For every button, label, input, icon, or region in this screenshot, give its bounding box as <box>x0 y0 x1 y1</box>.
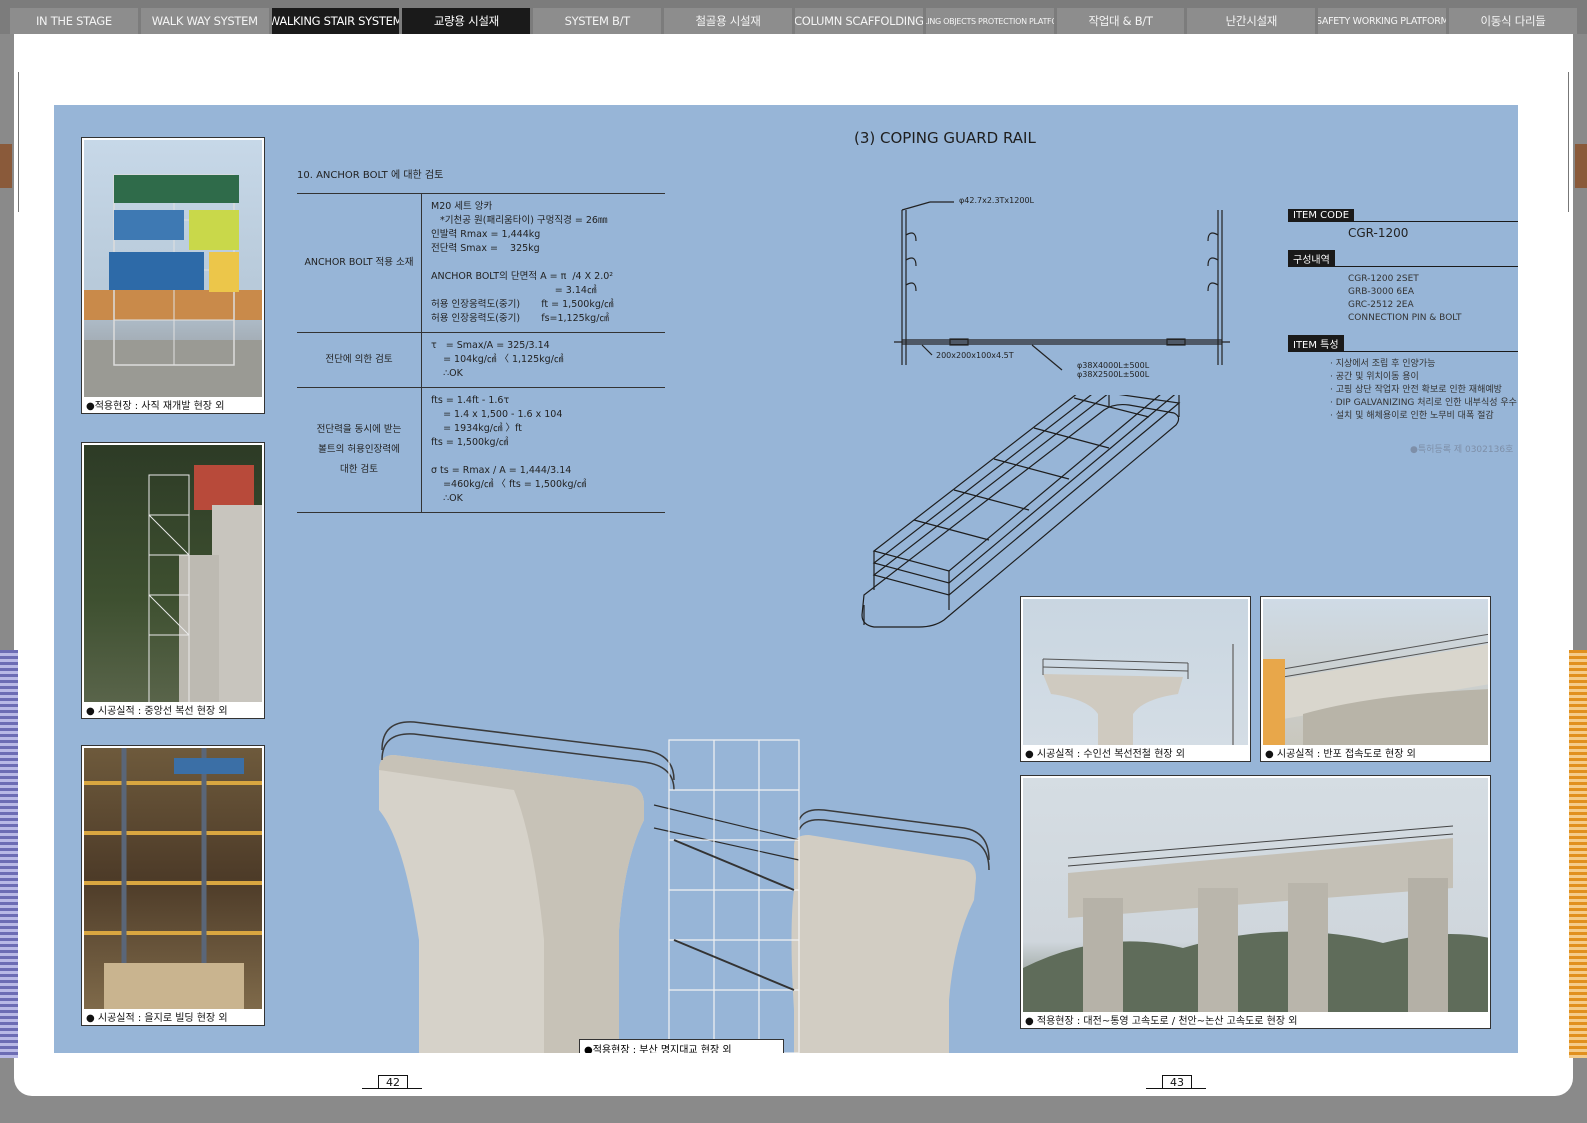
tab-bridge-facilities[interactable]: 교량용 시설재 <box>402 8 531 34</box>
page-number-right: 43 <box>1170 1076 1184 1089</box>
photo-caption: ● 시공실적 : 을지로 빌딩 현장 외 <box>86 1013 228 1024</box>
left-edge-marker <box>0 144 12 188</box>
tab-in-the-stage[interactable]: IN THE STAGE <box>10 8 138 34</box>
item-code-value: CGR-1200 <box>1348 226 1409 240</box>
item-code-label: ITEM CODE <box>1288 209 1355 222</box>
photo-sajik-tower: ●적용현장 : 사직 재개발 현장 외 <box>81 137 265 414</box>
feature-list: · 지상에서 조립 후 인양가능 · 공간 및 위치이동 용이 · 고핑 상단 … <box>1330 358 1518 423</box>
patent-note: ●특허등록 제 0302136호 <box>1410 445 1514 455</box>
photo-banpo-road: ● 시공실적 : 반포 접속도로 현장 외 <box>1260 596 1491 762</box>
table-row: 전단에 의한 검토 τ = Smax/A = 325/3.14 = 104kg/… <box>297 332 665 387</box>
portal-pier-image <box>1023 778 1488 1012</box>
feature-label: ITEM 특성 <box>1288 335 1344 352</box>
pier-scaffold-image <box>84 445 262 702</box>
list-item: · 고핑 상단 작업자 안전 확보로 인한 재해예방 <box>1330 385 1502 395</box>
bridge-girder-image <box>1263 599 1488 745</box>
dim-pipe: φ42.7x2.3Tx1200L <box>959 196 1034 205</box>
dim-plate: 200x200x100x4.5T <box>936 351 1014 360</box>
dim-rail-1: φ38X4000L±500L <box>1077 361 1150 370</box>
list-item: · 공간 및 위치이동 용이 <box>1330 372 1419 382</box>
dim-rail-2: φ38X2500L±500L <box>1077 370 1150 379</box>
table-row: 전단력을 동시에 받는 볼트의 허용인장력에 대한 검토 fts = 1.4ft… <box>297 387 665 513</box>
row-value: τ = Smax/A = 325/3.14 = 104kg/㎠ 〈 1,125k… <box>431 340 564 379</box>
central-pier-photo <box>379 721 990 1053</box>
tab-steel-facilities[interactable]: 철골용 시설재 <box>664 8 792 34</box>
top-nav: IN THE STAGE WALK WAY SYSTEM WALKING STA… <box>0 0 1587 34</box>
steel-frame-image <box>84 748 262 1009</box>
tab-system-bt[interactable]: SYSTEM B/T <box>533 8 662 34</box>
coping-pier-image <box>1023 599 1248 745</box>
photo-euljiro-building: ● 시공실적 : 을지로 빌딩 현장 외 <box>81 745 265 1026</box>
tab-railing[interactable]: 난간시설재 <box>1187 8 1316 34</box>
tab-work-platform-bt[interactable]: 작업대 & B/T <box>1056 8 1185 34</box>
table-row: ANCHOR BOLT 적용 소재 M20 세트 앙카 *기천공 원(패리움타이… <box>297 193 665 332</box>
guard-rail-elevation-drawing <box>894 201 1230 371</box>
row-label: 전단에 의한 검토 <box>297 333 422 387</box>
tab-walking-stair-system[interactable]: WALKING STAIR SYSTEM <box>271 8 400 34</box>
photo-caption: ● 시공실적 : 반포 접속도로 현장 외 <box>1265 749 1416 760</box>
row-value: M20 세트 앙카 *기천공 원(패리움타이) 구멍직경 = 26㎜ 인발력 R… <box>431 201 614 324</box>
photo-caption: ● 시공실적 : 수인선 복선전철 현장 외 <box>1025 749 1185 760</box>
tower-image <box>84 140 262 397</box>
tab-safety-working-platform[interactable]: SAFETY WORKING PLATFORM <box>1318 8 1447 34</box>
tab-mobile-ladder[interactable]: 이동식 다리들 <box>1449 8 1577 34</box>
photo-jungang-line: ● 시공실적 : 중앙선 복선 현장 외 <box>81 442 265 719</box>
list-item: · DIP GALVANIZING 처리로 인한 내부식성 우수 <box>1330 398 1517 408</box>
composition-label: 구성내역 <box>1288 250 1335 267</box>
photo-daejeon-tongyeong: ● 적용현장 : 대전~통영 고속도로 / 천안~논산 고속도로 현장 외 <box>1020 775 1491 1029</box>
guard-rail-title: (3) COPING GUARD RAIL <box>854 129 1036 147</box>
spec-panel: ITEM CODE CGR-1200 구성내역 CGR-1200 2SET GR… <box>1288 209 1518 433</box>
list-item: CGR-1200 2SET <box>1348 274 1419 284</box>
list-item: GRC-2512 2EA <box>1348 300 1414 310</box>
anchor-review-table: ANCHOR BOLT 적용 소재 M20 세트 앙카 *기천공 원(패리움타이… <box>297 193 665 513</box>
row-label: ANCHOR BOLT 적용 소재 <box>297 194 422 332</box>
right-edge-marker <box>1575 144 1587 188</box>
list-item: GRB-3000 6EA <box>1348 287 1414 297</box>
anchor-review-title: 10. ANCHOR BOLT 에 대한 검토 <box>297 170 444 181</box>
list-item: · 설치 및 해체용이로 인한 노무비 대폭 절감 <box>1330 411 1494 421</box>
left-stripe-marker <box>0 650 18 1058</box>
list-item: · 지상에서 조립 후 인양가능 <box>1330 359 1436 369</box>
photo-caption: ● 적용현장 : 대전~통영 고속도로 / 천안~논산 고속도로 현장 외 <box>1025 1016 1298 1027</box>
photo-caption: ●적용현장 : 사직 재개발 현장 외 <box>86 401 225 412</box>
photo-caption: ● 시공실적 : 중앙선 복선 현장 외 <box>86 706 228 717</box>
tab-walk-way-system[interactable]: WALK WAY SYSTEM <box>140 8 269 34</box>
content-panel: ●적용현장 : 사직 재개발 현장 외 ● 시공실적 : 중앙선 복선 현장 외 <box>54 105 1518 1053</box>
tab-column-scaffolding[interactable]: COLUMN SCAFFOLDING <box>794 8 923 34</box>
photo-suin-line: ● 시공실적 : 수인선 복선전철 현장 외 <box>1020 596 1251 762</box>
row-label: 전단력을 동시에 받는 볼트의 허용인장력에 대한 검토 <box>297 388 422 512</box>
list-item: CONNECTION PIN & BOLT <box>1348 313 1462 323</box>
tab-falling-objects[interactable]: FALLING OBJECTS PROTECTION PLATFORM <box>925 8 1054 34</box>
right-stripe-marker <box>1569 650 1587 1058</box>
row-value: fts = 1.4ft - 1.6τ = 1.4 x 1,500 - 1.6 x… <box>431 395 587 504</box>
central-photo-caption: ●적용현장 : 부산 명지대교 현장 외 <box>579 1039 784 1053</box>
page-number-left: 42 <box>386 1076 400 1089</box>
composition-list: CGR-1200 2SET GRB-3000 6EA GRC-2512 2EA … <box>1348 273 1518 325</box>
